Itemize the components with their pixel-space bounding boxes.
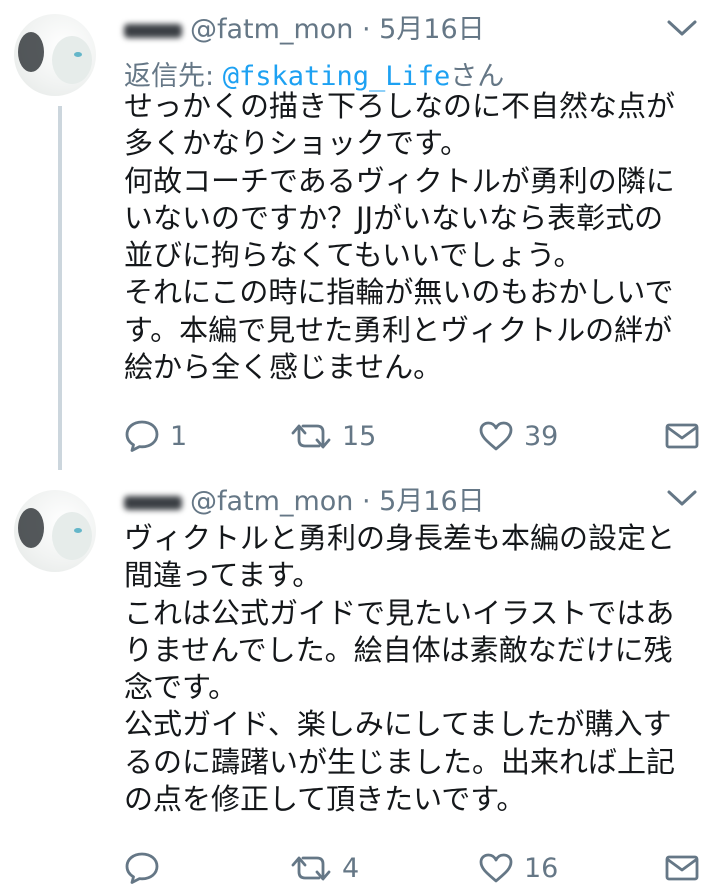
tweet-date[interactable]: 5月16日 bbox=[379, 486, 485, 517]
tweet-text-line: 絵から全く感じません。 bbox=[124, 350, 443, 385]
tweet-text-line: それにこの時に指輪が無いのもおかしいで bbox=[124, 275, 674, 310]
like-count: 16 bbox=[524, 852, 559, 884]
tweet-text-line: 多くかなりショックです。 bbox=[124, 126, 470, 161]
tweet-text-line: せっかくの描き下ろしなのに不自然な点が bbox=[124, 89, 676, 123]
heart-icon bbox=[479, 421, 513, 451]
author-name-redacted bbox=[124, 495, 182, 510]
tweet-header: @fatm_mon · 5月16日 bbox=[124, 482, 485, 522]
tweet-text: せっかくの描き下ろしなのに不自然な点が 多くかなりショックです。 何故コーチであ… bbox=[124, 88, 704, 386]
heart-icon bbox=[479, 853, 513, 883]
retweet-button[interactable]: 4 bbox=[290, 848, 359, 888]
thread-line bbox=[58, 106, 62, 470]
chevron-down-icon[interactable] bbox=[666, 18, 698, 38]
avatar[interactable] bbox=[14, 490, 96, 572]
envelope-icon bbox=[665, 423, 699, 449]
retweet-count: 15 bbox=[342, 420, 377, 452]
tweet-text-line: 公式ガイド、楽しみにしてましたが購入す bbox=[124, 707, 672, 742]
like-button[interactable]: 39 bbox=[478, 416, 558, 456]
chevron-down-icon[interactable] bbox=[666, 488, 698, 508]
author-name-redacted bbox=[124, 23, 182, 38]
retweet-count: 4 bbox=[342, 852, 360, 884]
tweet-text-line: りませんでした。絵自体は素敵なだけに残 bbox=[124, 632, 673, 667]
retweet-icon bbox=[291, 856, 331, 881]
tweet-actions: 4 16 bbox=[124, 848, 704, 888]
retweet-button[interactable]: 15 bbox=[290, 416, 376, 456]
author-handle[interactable]: @fatm_mon bbox=[190, 14, 353, 45]
reply-icon bbox=[125, 852, 159, 884]
like-button[interactable]: 16 bbox=[478, 848, 558, 888]
tweet[interactable]: @fatm_mon · 5月16日 返信先: @fskating_Lifeさん … bbox=[0, 0, 720, 470]
reply-icon bbox=[125, 420, 159, 452]
tweet-text-line: 並びに拘らなくてもいいでしょう。 bbox=[124, 238, 583, 273]
tweet-text: ヴィクトルと勇利の身長差も本編の設定と 間違ってます。 これは公式ガイドで見たい… bbox=[124, 520, 704, 818]
tweet[interactable]: @fatm_mon · 5月16日 ヴィクトルと勇利の身長差も本編の設定と 間違… bbox=[0, 470, 720, 889]
tweet-text-line: 間違ってます。 bbox=[124, 558, 322, 593]
direct-message-button[interactable] bbox=[664, 848, 700, 888]
tweet-text-line: 念です。 bbox=[124, 670, 238, 705]
tweet-text-line: 何故コーチであるヴィクトルが勇利の隣に bbox=[124, 163, 675, 198]
author-handle[interactable]: @fatm_mon bbox=[190, 486, 353, 517]
tweet-text-line: るのに躊躇いが生じました。出来れば上記 bbox=[124, 744, 676, 779]
direct-message-button[interactable] bbox=[664, 416, 700, 456]
tweet-actions: 1 15 39 bbox=[124, 416, 704, 456]
retweet-icon bbox=[291, 424, 331, 449]
tweet-text-line: す。本編で見せた勇利とヴィクトルの絆が bbox=[124, 312, 673, 347]
tweet-date[interactable]: 5月16日 bbox=[379, 14, 485, 45]
avatar[interactable] bbox=[14, 14, 96, 96]
reply-count: 1 bbox=[170, 420, 188, 452]
tweet-text-line: いないのですか？JJがいないなら表彰式の bbox=[124, 200, 664, 235]
tweet-text-line: ヴィクトルと勇利の身長差も本編の設定と bbox=[124, 521, 676, 555]
like-count: 39 bbox=[524, 420, 559, 452]
reply-button[interactable] bbox=[124, 848, 170, 888]
envelope-icon bbox=[665, 855, 699, 881]
reply-button[interactable]: 1 bbox=[124, 416, 187, 456]
tweet-header: @fatm_mon · 5月16日 bbox=[124, 10, 485, 50]
tweet-text-line: の点を修正して頂きたいです。 bbox=[124, 782, 526, 817]
tweet-text-line: これは公式ガイドで見たいイラストではあ bbox=[124, 595, 675, 630]
